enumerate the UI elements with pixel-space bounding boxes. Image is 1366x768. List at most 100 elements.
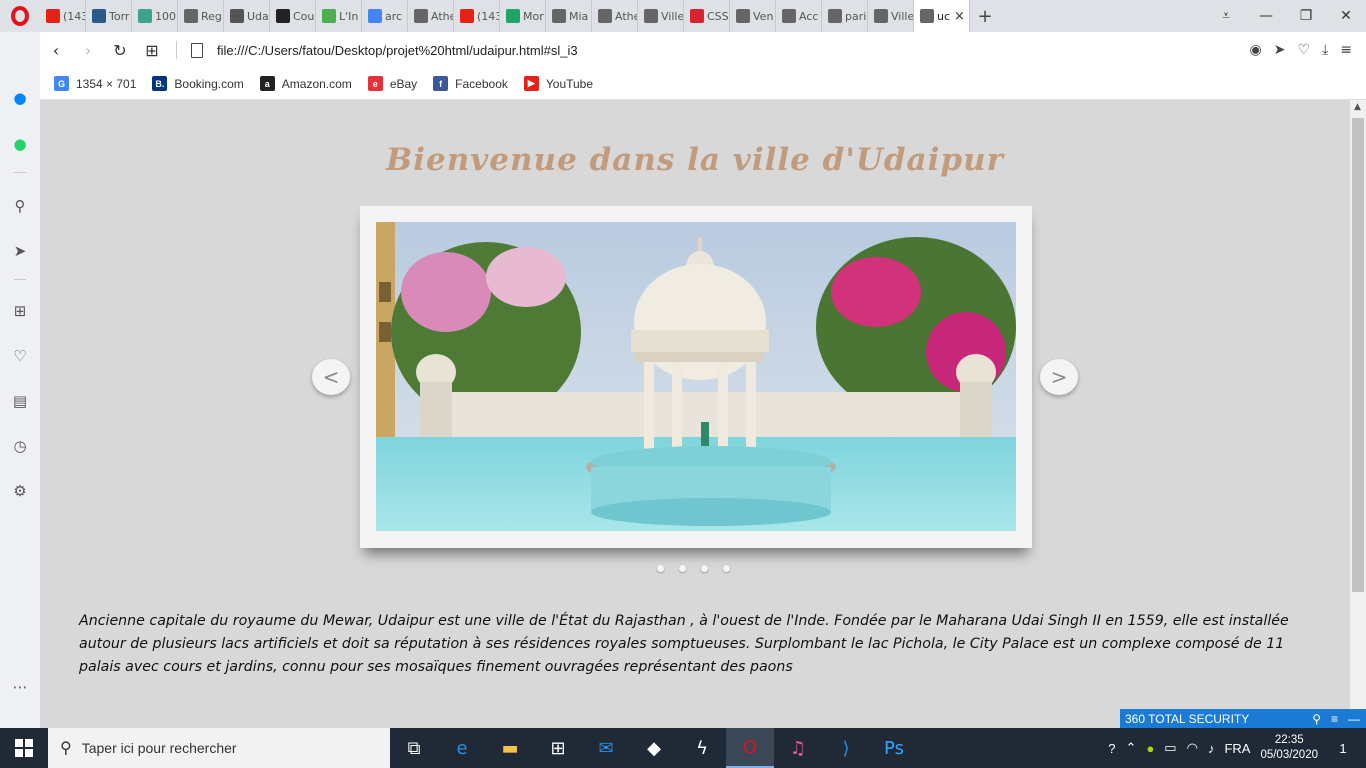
- new-tab-button[interactable]: +: [970, 0, 1000, 32]
- menu-icon[interactable]: ≡: [1331, 712, 1338, 726]
- search-icon[interactable]: ⚲: [10, 196, 30, 216]
- browser-tab[interactable]: Athe: [408, 0, 454, 32]
- browser-tab[interactable]: Mor: [500, 0, 546, 32]
- settings-icon[interactable]: ⚙: [10, 481, 30, 501]
- slider-next-button[interactable]: >: [1040, 359, 1078, 395]
- search-icon[interactable]: ⚲: [1312, 712, 1321, 726]
- battery-icon[interactable]: ▭: [1164, 740, 1176, 756]
- browser-tab[interactable]: Acc: [776, 0, 822, 32]
- scroll-up-icon[interactable]: ▲: [1354, 102, 1361, 112]
- help-icon[interactable]: ?: [1108, 741, 1115, 756]
- taskbar-search[interactable]: ⚲ Taper ici pour rechercher: [48, 728, 390, 768]
- page-scrollbar[interactable]: ▲: [1350, 100, 1366, 728]
- volume-icon[interactable]: ♪: [1208, 741, 1215, 756]
- start-button[interactable]: [0, 728, 48, 768]
- forward-button[interactable]: ›: [72, 41, 104, 60]
- wifi-icon[interactable]: ◠: [1187, 740, 1198, 756]
- tabs-overview-icon[interactable]: ⊞: [136, 41, 168, 60]
- dropbox-icon[interactable]: ◆: [630, 728, 678, 768]
- edge-icon[interactable]: e: [438, 728, 486, 768]
- browser-tab[interactable]: L'In: [316, 0, 362, 32]
- bookmark-item[interactable]: B. Booking.com: [152, 76, 244, 91]
- file-explorer-icon[interactable]: ▬: [486, 728, 534, 768]
- heart-icon[interactable]: ♡: [1298, 42, 1311, 58]
- reload-button[interactable]: ↻: [104, 41, 136, 60]
- send-icon[interactable]: ➤: [1274, 42, 1286, 58]
- browser-tab[interactable]: Uda: [224, 0, 270, 32]
- send-icon[interactable]: ➤: [10, 241, 30, 261]
- photoshop-icon[interactable]: Ps: [870, 728, 918, 768]
- slider-pagination: [657, 565, 730, 572]
- app-icon[interactable]: ϟ: [678, 728, 726, 768]
- speed-dial-icon[interactable]: ⊞: [10, 301, 30, 321]
- download-icon[interactable]: ⤓: [1322, 42, 1328, 58]
- browser-tab[interactable]: CSS: [684, 0, 730, 32]
- clock[interactable]: 22:35 05/03/2020: [1260, 733, 1318, 763]
- back-button[interactable]: ‹: [40, 41, 72, 60]
- minimize-icon[interactable]: —: [1348, 712, 1360, 726]
- document-icon: [828, 9, 842, 23]
- divider: [176, 41, 177, 59]
- amazon-icon: a: [259, 76, 275, 91]
- browser-tab[interactable]: Torr: [86, 0, 132, 32]
- browser-tab[interactable]: pari: [822, 0, 868, 32]
- bookmark-item[interactable]: ▶ YouTube: [523, 76, 593, 91]
- bookmark-label: eBay: [389, 76, 418, 91]
- sidebar-divider: [14, 279, 26, 280]
- youtube-icon: [46, 9, 60, 23]
- url-field[interactable]: file:///C:/Users/fatou/Desktop/projet%20…: [217, 43, 578, 58]
- slider-dot[interactable]: [723, 565, 730, 572]
- opera-taskbar-icon[interactable]: O: [726, 728, 774, 768]
- browser-tab[interactable]: arc: [362, 0, 408, 32]
- vscode-icon[interactable]: ⟩: [822, 728, 870, 768]
- bookmark-item[interactable]: a Amazon.com: [259, 76, 352, 91]
- browser-tab[interactable]: Reg: [178, 0, 224, 32]
- task-view-icon[interactable]: ⧉: [390, 728, 438, 768]
- browser-tab[interactable]: Athe: [592, 0, 638, 32]
- itunes-icon[interactable]: ♫: [774, 728, 822, 768]
- browser-tab[interactable]: Ville: [638, 0, 684, 32]
- browser-tab[interactable]: Mia: [546, 0, 592, 32]
- minimize-button[interactable]: —: [1246, 8, 1286, 24]
- browser-tab[interactable]: Cou: [270, 0, 316, 32]
- easy-setup-icon[interactable]: ≡: [1340, 42, 1352, 58]
- messenger-icon[interactable]: ●: [10, 88, 30, 108]
- security-widget[interactable]: 360 TOTAL SECURITY ⚲ ≡ —: [1120, 709, 1366, 728]
- drive-icon: [506, 9, 520, 23]
- browser-tab[interactable]: 100: [132, 0, 178, 32]
- more-icon[interactable]: ⋯: [10, 677, 30, 697]
- close-window-button[interactable]: ✕: [1326, 8, 1366, 24]
- mail-icon[interactable]: ✉: [582, 728, 630, 768]
- snapshot-icon[interactable]: ◉: [1250, 42, 1262, 58]
- ebay-icon: e: [367, 76, 383, 91]
- browser-tab[interactable]: Ville: [868, 0, 914, 32]
- document-icon: [598, 9, 612, 23]
- chevron-up-icon[interactable]: ⌃: [1126, 740, 1137, 756]
- tab-label: Mia: [569, 9, 589, 23]
- active-tab[interactable]: uc ×: [914, 0, 970, 32]
- heart-icon[interactable]: ♡: [10, 346, 30, 366]
- bookmark-item[interactable]: G 1354 × 701: [54, 76, 136, 91]
- opera-logo[interactable]: [0, 0, 40, 32]
- sidebar-divider: [14, 172, 26, 173]
- scrollbar-thumb[interactable]: [1352, 118, 1364, 592]
- whatsapp-icon[interactable]: ●: [10, 134, 30, 154]
- slider-prev-button[interactable]: <: [312, 359, 350, 395]
- slider-dot[interactable]: [679, 565, 686, 572]
- bookmark-item[interactable]: e eBay: [367, 76, 418, 91]
- history-icon[interactable]: ◷: [10, 436, 30, 456]
- browser-tab[interactable]: Ven: [730, 0, 776, 32]
- maximize-button[interactable]: ❐: [1286, 8, 1326, 24]
- bookmark-item[interactable]: f Facebook: [433, 76, 508, 91]
- store-icon[interactable]: ⊞: [534, 728, 582, 768]
- slider-dot[interactable]: [657, 565, 664, 572]
- slider-dot[interactable]: [701, 565, 708, 572]
- browser-tab[interactable]: (143: [40, 0, 86, 32]
- notification-button[interactable]: 1: [1328, 728, 1358, 768]
- tab-menu-icon[interactable]: ⩡: [1206, 8, 1246, 24]
- language-indicator[interactable]: FRA: [1224, 741, 1250, 756]
- security-tray-icon[interactable]: ●: [1146, 741, 1154, 756]
- news-icon[interactable]: ▤: [10, 391, 30, 411]
- browser-tab[interactable]: (143: [454, 0, 500, 32]
- close-tab-icon[interactable]: ×: [954, 9, 965, 24]
